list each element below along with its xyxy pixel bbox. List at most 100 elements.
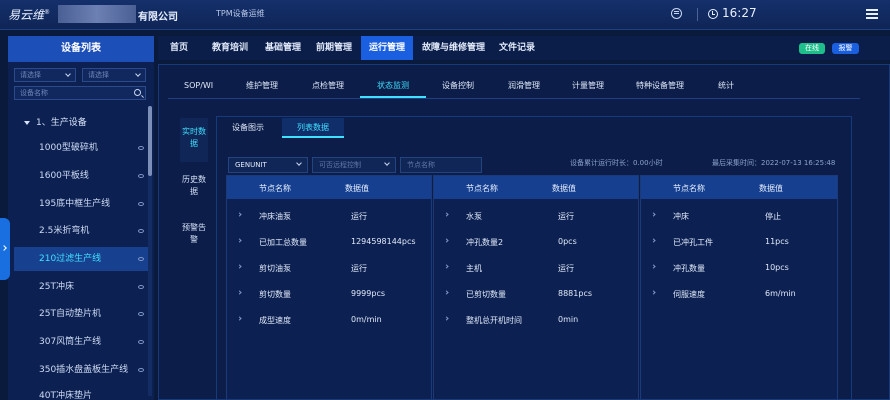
tab-status-monitor[interactable]: 状态监测 [360, 74, 426, 98]
table-header: 节点名称 数据值 [434, 176, 638, 199]
chevron-right-icon [444, 316, 449, 321]
tab-warning-alarm[interactable]: 预警告警 [180, 214, 208, 258]
tab-history-data[interactable]: 历史数据 [180, 166, 208, 210]
eye-icon[interactable] [138, 202, 144, 206]
table-row[interactable]: 冲孔数量 10pcs [641, 255, 837, 281]
chevron-right-icon [237, 264, 242, 269]
table-row[interactable]: 伺服速度 6m/min [641, 281, 837, 307]
nav-training[interactable]: 教育培训 [212, 36, 248, 60]
chevron-down-icon [384, 160, 390, 166]
data-table-panel: 节点名称 数据值 水泵 运行 冲孔数量2 0pcs 主机 运行 已剪切数量 8881pc… [433, 175, 639, 400]
table-row[interactable]: 剪切油泵 运行 [227, 255, 431, 281]
device-list-title: 设备列表 [8, 36, 154, 62]
company-name: 有限公司 [138, 12, 178, 23]
tree-item-device[interactable]: 1600平板线 [14, 164, 152, 188]
data-table-panel: 节点名称 数据值 冲床油泵 运行 已加工总数量 1294598144pcs 剪切油泵… [226, 175, 432, 400]
eye-icon[interactable] [138, 257, 144, 261]
nav-home[interactable]: 首页 [170, 36, 188, 60]
table-row[interactable]: 成型速度 0m/min [227, 307, 431, 333]
tree-item-device[interactable]: 25T自动垫片机 [14, 302, 152, 326]
node-name-input[interactable]: 节点名称 [400, 157, 482, 173]
search-icon[interactable] [134, 89, 141, 96]
top-bar: 易云维® 有限公司 TPM设备运维 16:27 [0, 0, 890, 30]
tab-metering[interactable]: 计量管理 [572, 74, 604, 98]
tree-item-device[interactable]: 2.5米折弯机 [14, 219, 152, 243]
tab-device-control[interactable]: 设备控制 [442, 74, 474, 98]
tab-realtime-data[interactable]: 实时数据 [180, 118, 208, 162]
table-header: 节点名称 数据值 [227, 176, 431, 199]
column-header-name: 节点名称 [466, 184, 498, 193]
tab-inspection[interactable]: 点检管理 [312, 74, 344, 98]
alarm-button[interactable]: 报警 [832, 43, 859, 54]
sidebar-filters: 请选择 请选择 [14, 68, 154, 82]
chevron-right-icon [444, 238, 449, 243]
table-row[interactable]: 主机 运行 [434, 255, 638, 281]
table-row[interactable]: 整机总开机时间 0min [434, 307, 638, 333]
tab-device-diagram[interactable]: 设备图示 [224, 118, 272, 138]
table-row[interactable]: 剪切数量 9999pcs [227, 281, 431, 307]
table-row[interactable]: 冲床 停止 [641, 203, 837, 229]
table-row[interactable]: 冲孔数量2 0pcs [434, 229, 638, 255]
tree-item-device[interactable]: 40T冲床垫片 [14, 384, 152, 400]
collapse-sidebar-button[interactable] [0, 218, 10, 280]
eye-icon[interactable] [138, 312, 144, 316]
sidebar-filter-2[interactable]: 请选择 [82, 68, 146, 82]
tab-lubrication[interactable]: 润滑管理 [508, 74, 540, 98]
chevron-right-icon [444, 212, 449, 217]
sub-tabs: SOP/WI 维护管理 点检管理 状态监测 设备控制 润滑管理 计量管理 特种设… [168, 74, 860, 98]
tree-root-production[interactable]: 1、生产设备 [24, 115, 87, 128]
nav-documents[interactable]: 文件记录 [499, 36, 535, 60]
device-search-input[interactable]: 设备名称 [14, 86, 146, 100]
column-header-value: 数据值 [759, 184, 783, 193]
eye-icon[interactable] [138, 368, 144, 372]
sidebar-filter-1[interactable]: 请选择 [14, 68, 76, 82]
chevron-down-icon [65, 71, 71, 77]
column-header-name: 节点名称 [259, 184, 291, 193]
chevron-right-icon [237, 316, 242, 321]
chevron-right-icon [444, 290, 449, 295]
column-header-value: 数据值 [552, 184, 576, 193]
tab-maintenance[interactable]: 维护管理 [246, 74, 278, 98]
caret-down-icon [24, 120, 30, 125]
chevron-right-icon [651, 264, 656, 269]
tab-statistics[interactable]: 统计 [718, 74, 734, 98]
nav-operation[interactable]: 运行管理 [361, 36, 413, 60]
nav-fault-repair[interactable]: 故障与维修管理 [422, 36, 485, 60]
eye-icon[interactable] [138, 174, 144, 178]
column-header-value: 数据值 [345, 184, 369, 193]
eye-icon[interactable] [138, 340, 144, 344]
tab-special-equipment[interactable]: 特种设备管理 [636, 74, 684, 98]
nav-basic[interactable]: 基础管理 [265, 36, 301, 60]
tree-item-device[interactable]: 1000型破碎机 [14, 136, 152, 160]
nav-early[interactable]: 前期管理 [316, 36, 352, 60]
chevron-right-icon [651, 290, 656, 295]
remote-control-select[interactable]: 可否远程控制 [312, 157, 396, 173]
clock-icon [708, 9, 718, 19]
tree-item-device-selected[interactable]: 210过滤生产线 [14, 247, 152, 271]
table-row[interactable]: 已冲孔工件 11pcs [641, 229, 837, 255]
table-row[interactable]: 水泵 运行 [434, 203, 638, 229]
tab-sop[interactable]: SOP/WI [184, 74, 213, 98]
table-row[interactable]: 已加工总数量 1294598144pcs [227, 229, 431, 255]
column-header-name: 节点名称 [673, 184, 705, 193]
tab-list-data[interactable]: 列表数据 [282, 118, 344, 138]
current-time: 16:27 [722, 6, 757, 20]
table-row[interactable]: 冲床油泵 运行 [227, 203, 431, 229]
chevron-right-icon [237, 238, 242, 243]
message-icon[interactable] [671, 8, 682, 19]
eye-icon[interactable] [138, 229, 144, 233]
chevron-down-icon [296, 160, 302, 166]
tree-item-device[interactable]: 195底中框生产线 [14, 192, 152, 216]
divider [168, 98, 860, 99]
data-table-panel: 节点名称 数据值 冲床 停止 已冲孔工件 11pcs 冲孔数量 10pcs 伺服速度 6… [640, 175, 838, 400]
menu-icon[interactable] [866, 9, 878, 19]
tree-item-device[interactable]: 307风筒生产线 [14, 330, 152, 354]
table-row[interactable]: 已剪切数量 8881pcs [434, 281, 638, 307]
unit-select[interactable]: GENUNIT [228, 157, 308, 173]
sidebar-scroll-thumb[interactable] [148, 106, 152, 176]
eye-icon[interactable] [138, 146, 144, 150]
eye-icon[interactable] [138, 285, 144, 289]
tree-item-device[interactable]: 350插水盘盖板生产线 [14, 358, 152, 382]
chevron-right-icon [651, 212, 656, 217]
tree-item-device[interactable]: 25T冲床 [14, 275, 152, 299]
